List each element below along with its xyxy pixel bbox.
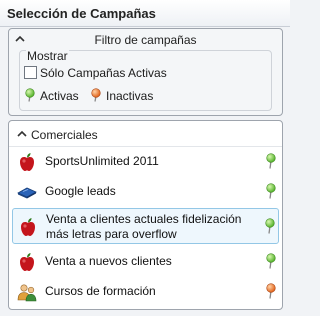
list-item[interactable]: Cursos de formación — [12, 279, 279, 305]
green-pin-icon — [266, 183, 276, 199]
green-pin-icon — [265, 218, 275, 234]
list-item-label-line2: más letras para overflow — [46, 227, 177, 241]
apple-logo-icon — [20, 153, 34, 171]
chevron-up-icon[interactable] — [17, 129, 27, 139]
green-pin-icon — [266, 253, 276, 269]
group-header-comerciales[interactable]: Comerciales — [9, 121, 282, 147]
filter-title: Filtro de campañas — [94, 33, 197, 47]
apple-logo-icon — [21, 218, 35, 236]
green-pin-icon — [25, 88, 35, 102]
show-group-label: Mostrar — [26, 49, 69, 63]
orange-pin-icon — [266, 283, 276, 299]
show-group: Mostrar Sólo Campañas Activas Activas In… — [19, 49, 272, 111]
apple-logo-icon — [20, 253, 34, 271]
list-item-label: Google leads — [45, 184, 116, 198]
campaign-list: Comerciales SportsUnlimited 2011 Google … — [8, 120, 283, 310]
legend-inactive-label: Inactivas — [106, 89, 154, 103]
active-only-label[interactable]: Sólo Campañas Activas — [40, 66, 167, 80]
list-item-label: Venta a clientes actuales fidelización — [46, 212, 242, 226]
list-item-label: SportsUnlimited 2011 — [45, 154, 159, 168]
people-icon — [17, 284, 37, 302]
list-item-selected[interactable]: Venta a clientes actuales fidelización m… — [12, 208, 279, 244]
orange-pin-icon — [91, 88, 101, 102]
campaign-filter-box: Filtro de campañas Mostrar Sólo Campañas… — [8, 28, 283, 116]
panel-title: Selección de Campañas — [0, 0, 290, 27]
diamond-tile-icon — [17, 187, 37, 199]
list-item[interactable]: Venta a nuevos clientes — [12, 249, 279, 275]
list-item[interactable]: Google leads — [12, 179, 279, 205]
green-pin-icon — [266, 153, 276, 169]
list-item[interactable]: SportsUnlimited 2011 — [12, 149, 279, 175]
group-header-label: Comerciales — [31, 128, 98, 142]
list-item-label: Cursos de formación — [45, 284, 156, 298]
active-only-checkbox[interactable] — [24, 66, 37, 79]
legend-active-label: Activas — [40, 89, 79, 103]
list-item-label: Venta a nuevos clientes — [45, 254, 172, 268]
